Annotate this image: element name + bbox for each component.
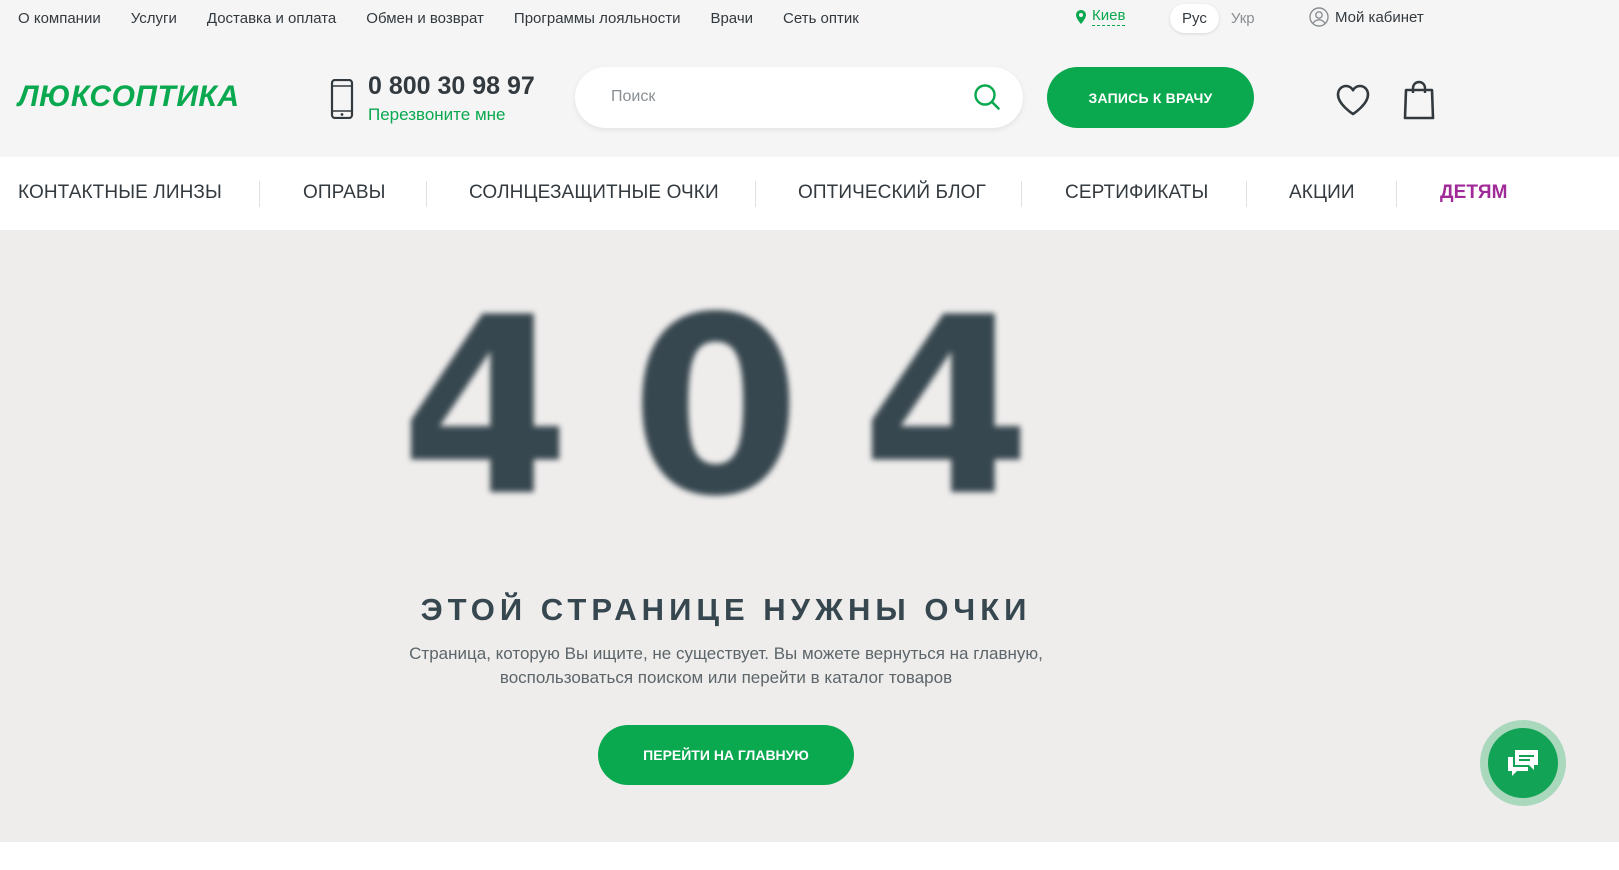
search-bar <box>575 67 1023 128</box>
top-link-returns[interactable]: Обмен и возврат <box>366 9 484 29</box>
nav-divider <box>755 181 756 207</box>
chat-button[interactable] <box>1488 728 1558 798</box>
nav-divider <box>426 181 427 207</box>
nav-kids[interactable]: ДЕТЯМ <box>1440 181 1508 205</box>
user-icon <box>1309 7 1329 27</box>
city-selector[interactable]: Киев <box>1076 7 1126 26</box>
nav-blog[interactable]: ОПТИЧЕСКИЙ БЛОГ <box>798 181 986 205</box>
top-link-services[interactable]: Услуги <box>131 9 177 29</box>
top-link-delivery[interactable]: Доставка и оплата <box>207 9 336 29</box>
bag-icon[interactable] <box>1402 80 1436 120</box>
language-switcher: Рус Укр <box>1170 2 1267 34</box>
lang-uk[interactable]: Укр <box>1219 4 1267 33</box>
error-headline: ЭТОЙ СТРАНИЦЕ НУЖНЫ ОЧКИ <box>420 592 1032 627</box>
logo[interactable]: ЛЮКСОПТИКА <box>18 80 240 114</box>
top-link-stores[interactable]: Сеть оптик <box>783 9 859 29</box>
location-pin-icon <box>1076 9 1086 24</box>
book-doctor-button[interactable]: ЗАПИСЬ К ВРАЧУ <box>1047 67 1254 128</box>
city-name: Киев <box>1092 7 1126 26</box>
nav-contact-lenses[interactable]: КОНТАКТНЫЕ ЛИНЗЫ <box>18 181 222 205</box>
error-description-line1: Страница, которую Вы ищите, не существуе… <box>409 644 1043 663</box>
nav-divider <box>1396 181 1397 207</box>
phone-number[interactable]: 0 800 30 98 97 <box>368 70 535 102</box>
chat-widget[interactable] <box>1480 720 1566 806</box>
nav-sunglasses[interactable]: СОЛНЦЕЗАЩИТНЫЕ ОЧКИ <box>469 181 719 205</box>
chat-icon <box>1508 750 1538 776</box>
heart-icon[interactable] <box>1335 83 1371 117</box>
error-section: 404 ЭТОЙ СТРАНИЦЕ НУЖНЫ ОЧКИ Страница, к… <box>0 230 1619 842</box>
nav-divider <box>259 181 260 207</box>
error-description-line2: воспользоваться поиском или перейти в ка… <box>499 668 953 687</box>
nav-divider <box>1021 181 1022 207</box>
go-home-button[interactable]: ПЕРЕЙТИ НА ГЛАВНУЮ <box>598 725 854 785</box>
page-bottom <box>0 842 1619 870</box>
my-cabinet-link[interactable]: Мой кабинет <box>1309 7 1424 27</box>
top-links: О компании Услуги Доставка и оплата Обме… <box>18 9 889 29</box>
top-link-about[interactable]: О компании <box>18 9 101 29</box>
search-input[interactable] <box>611 85 951 109</box>
top-link-doctors[interactable]: Врачи <box>710 9 753 29</box>
error-code: 404 <box>400 265 1092 550</box>
phone-icon <box>330 79 354 119</box>
lang-ru[interactable]: Рус <box>1170 3 1219 33</box>
search-icon[interactable] <box>973 83 1001 111</box>
header-top: О компании Услуги Доставка и оплата Обме… <box>0 0 1619 157</box>
nav-frames[interactable]: ОПРАВЫ <box>303 181 386 205</box>
nav-promotions[interactable]: АКЦИИ <box>1289 181 1355 205</box>
main-nav: КОНТАКТНЫЕ ЛИНЗЫ ОПРАВЫ СОЛНЦЕЗАЩИТНЫЕ О… <box>0 157 1619 230</box>
cabinet-label: Мой кабинет <box>1335 8 1424 26</box>
callback-link[interactable]: Перезвоните мне <box>368 104 506 126</box>
top-link-loyalty[interactable]: Программы лояльности <box>514 9 681 29</box>
nav-divider <box>1246 181 1247 207</box>
nav-certificates[interactable]: СЕРТИФИКАТЫ <box>1065 181 1208 205</box>
